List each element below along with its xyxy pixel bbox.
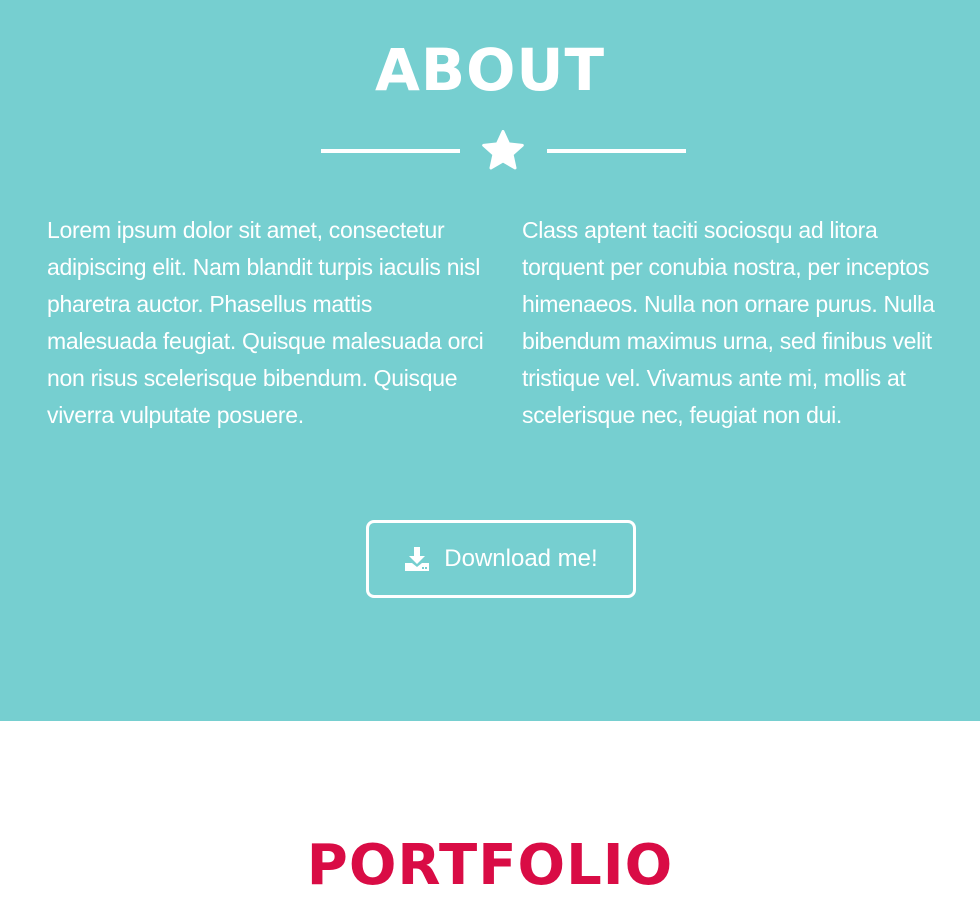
portfolio-title: PORTFOLIO <box>306 833 674 898</box>
download-button[interactable]: Download me! <box>366 520 636 598</box>
divider-line-right <box>547 149 686 153</box>
star-divider <box>0 126 980 176</box>
download-button-label: Download me! <box>444 545 598 572</box>
star-icon <box>482 130 524 170</box>
about-paragraph-left: Lorem ipsum dolor sit amet, consectetur … <box>47 217 484 428</box>
download-icon <box>405 547 430 571</box>
about-title: ABOUT <box>374 36 606 104</box>
divider-line-left <box>321 149 460 153</box>
about-section: ABOUT Lorem ipsum dolor sit amet, consec… <box>0 0 980 721</box>
about-paragraph-right: Class aptent taciti sociosqu ad litora t… <box>522 217 935 428</box>
